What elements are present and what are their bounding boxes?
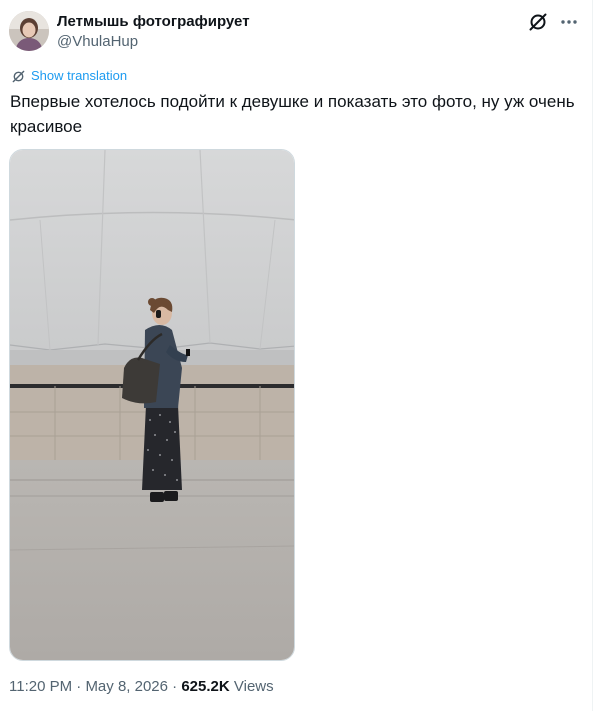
- tweet-photo[interactable]: [9, 149, 295, 661]
- tweet-text: Впервые хотелось подойти к девушке и пок…: [10, 92, 575, 136]
- more-button[interactable]: [559, 12, 579, 32]
- more-icon: [561, 20, 577, 24]
- views-count[interactable]: 625.2K: [181, 678, 229, 695]
- avatar[interactable]: [9, 11, 49, 51]
- avatar-image: [9, 11, 49, 51]
- grok-button[interactable]: [526, 10, 550, 34]
- tweet-time[interactable]: 11:20 PM: [9, 678, 72, 695]
- tweet-meta: 11:20 PM · May 8, 2026 · 625.2K Views: [9, 677, 274, 697]
- author-handle[interactable]: @VhulaHup: [57, 32, 138, 52]
- translate-icon: [12, 70, 25, 82]
- meta-separator: ·: [168, 678, 182, 695]
- photo-image: [10, 150, 294, 660]
- tweet-date[interactable]: May 8, 2026: [85, 678, 168, 695]
- tweet-card: Летмышь фотографирует @VhulaHup Show tra…: [0, 0, 593, 711]
- grok-icon: [529, 13, 547, 31]
- meta-separator: ·: [72, 678, 86, 695]
- show-translation-link[interactable]: Show translation: [11, 68, 127, 84]
- views-label: Views: [229, 678, 274, 695]
- show-translation-label: Show translation: [31, 68, 128, 83]
- author-display-name[interactable]: Летмышь фотографирует: [57, 12, 250, 32]
